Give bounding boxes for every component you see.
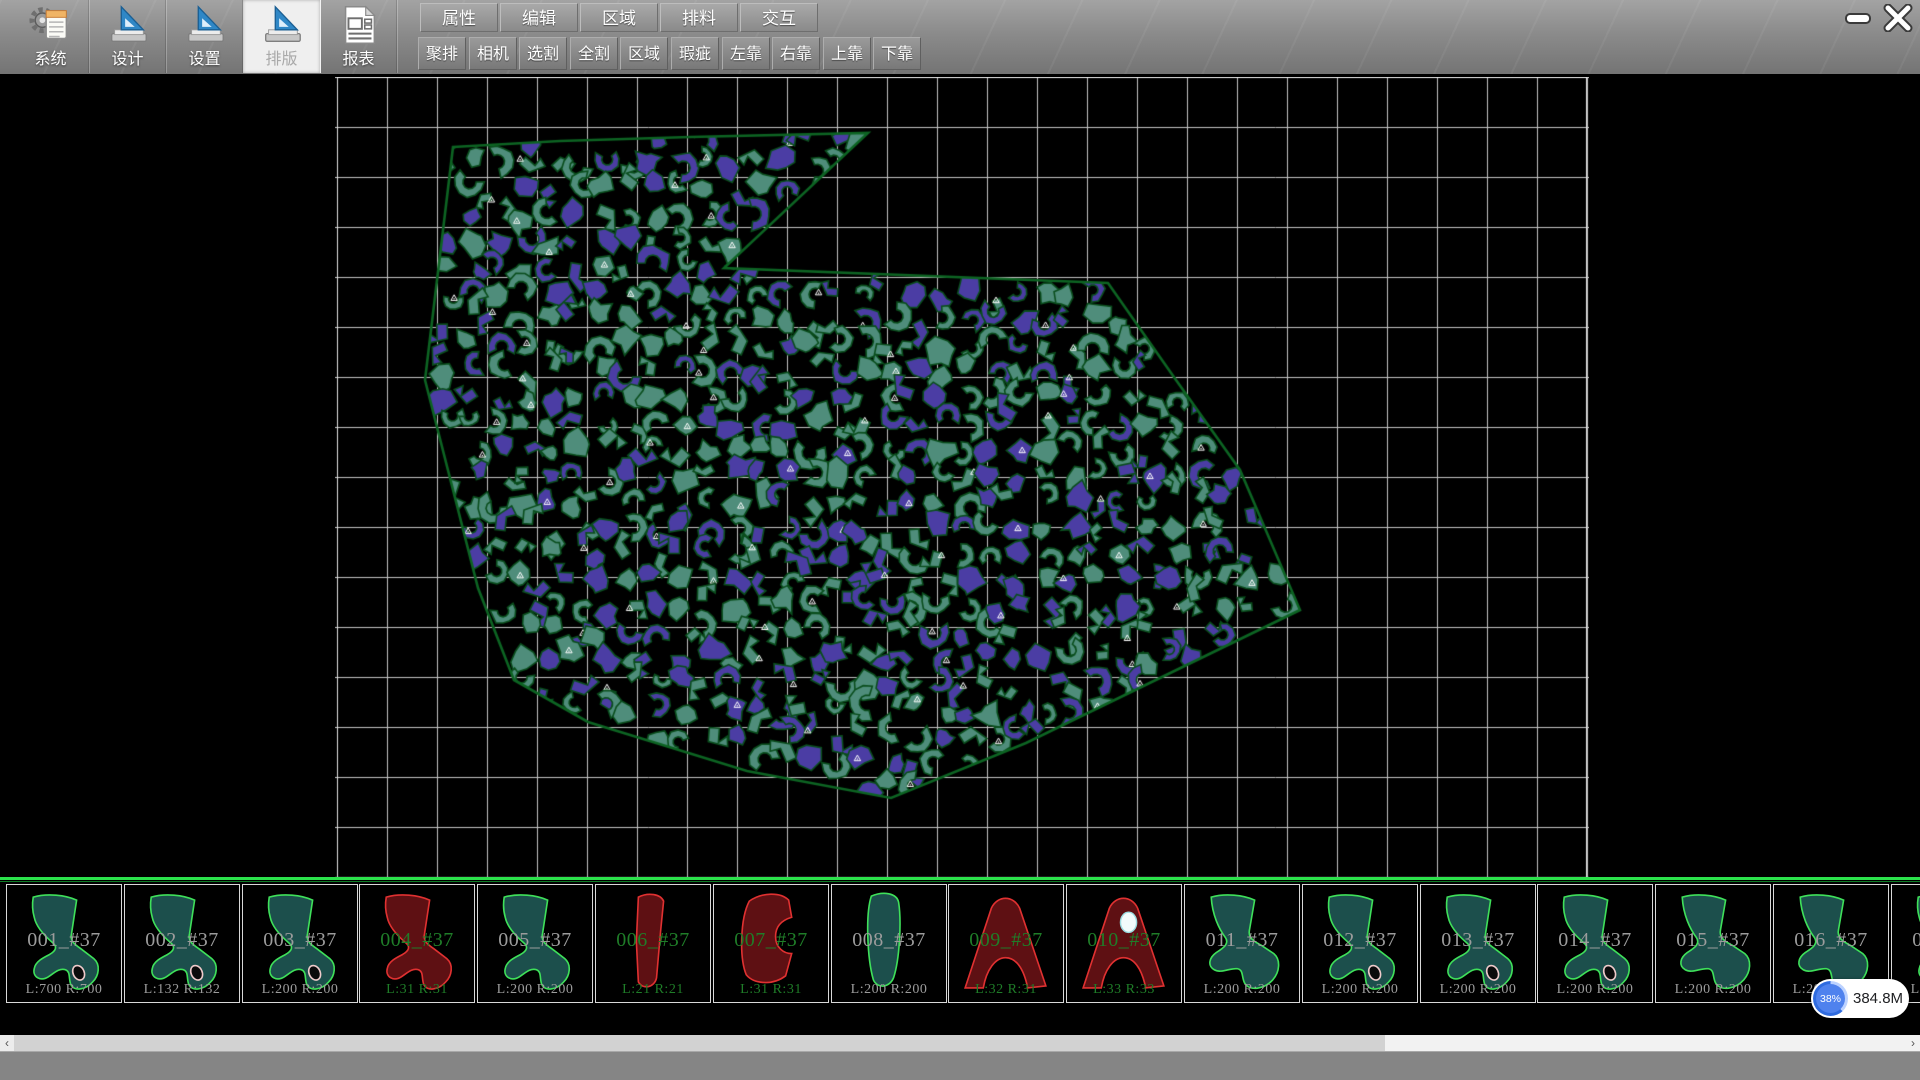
part-thumbnail-014_#37[interactable]: 014_#37 L:200 R:200: [1537, 884, 1653, 1003]
part-lr-count-label: L:200 R:200: [1421, 982, 1535, 998]
part-lr-count-label: L:200 R:200: [478, 982, 592, 998]
toolbar-button-design[interactable]: 设计: [89, 0, 167, 73]
nest-canvas[interactable]: [335, 77, 1589, 878]
part-id-label: 001_#37: [7, 929, 121, 952]
nesting-ruler-icon: [259, 2, 305, 48]
part-thumbnail-004_#37[interactable]: 004_#37 L:31 R:31: [359, 884, 475, 1003]
system-icon: [28, 2, 74, 48]
tool-align-bottom[interactable]: 下靠: [873, 37, 921, 70]
tool-defect[interactable]: 瑕疵: [671, 37, 719, 70]
scroll-left-button[interactable]: ‹: [0, 1035, 14, 1051]
part-lr-count-label: L:21 R:21: [596, 982, 710, 998]
part-lr-count-label: L:31 R:31: [360, 982, 474, 998]
part-id-label: 008_#37: [832, 929, 946, 952]
parts-scrollbar: ‹ ›: [0, 1035, 1920, 1051]
part-lr-count-label: L:132 R:132: [125, 982, 239, 998]
scrollbar-thumb[interactable]: [14, 1035, 1385, 1051]
report-icon: [336, 2, 382, 48]
status-bar: [0, 1051, 1920, 1080]
part-lr-count-label: L:200 R:200: [832, 982, 946, 998]
toolbar-button-system[interactable]: 系统: [12, 0, 90, 73]
part-thumbnail-010_#37[interactable]: 010_#37 L:33 R:33: [1066, 884, 1182, 1003]
part-thumbnail-008_#37[interactable]: 008_#37 L:200 R:200: [831, 884, 947, 1003]
part-id-label: 004_#37: [360, 929, 474, 952]
progress-percent: 38%: [1816, 984, 1845, 1013]
tool-camera[interactable]: 相机: [469, 37, 517, 70]
download-progress-badge[interactable]: 38% 384.8M: [1811, 979, 1909, 1018]
nest-viewport: [0, 74, 1920, 878]
close-icon: [1880, 4, 1916, 32]
tool-cut-all[interactable]: 全割: [570, 37, 618, 70]
scroll-right-button[interactable]: ›: [1906, 1035, 1920, 1051]
part-lr-count-label: L:200 R:200: [1538, 982, 1652, 998]
minimize-button[interactable]: [1840, 4, 1876, 32]
toolbar-button-label: 设计: [111, 51, 143, 69]
part-id-label: 014_#37: [1538, 929, 1652, 952]
tool-align-right[interactable]: 右靠: [772, 37, 820, 70]
tab-interact[interactable]: 交互: [740, 3, 818, 32]
tool-align-left[interactable]: 左靠: [722, 37, 770, 70]
close-button[interactable]: [1880, 4, 1916, 32]
part-thumbnail-005_#37[interactable]: 005_#37 L:200 R:200: [477, 884, 593, 1003]
part-lr-count-label: L:200 R:200: [1303, 982, 1417, 998]
part-id-label: 011_#37: [1185, 929, 1299, 952]
part-id-label: 013_#37: [1421, 929, 1535, 952]
part-lr-count-label: L:32 R:31: [949, 982, 1063, 998]
part-thumbnail-001_#37[interactable]: 001_#37 L:700 R:700: [6, 884, 122, 1003]
tab-region[interactable]: 区域: [580, 3, 658, 32]
part-thumbnail-011_#37[interactable]: 011_#37 L:200 R:200: [1184, 884, 1300, 1003]
part-id-label: 017_#37: [1892, 929, 1920, 952]
minimize-icon: [1840, 4, 1876, 32]
part-thumbnail-002_#37[interactable]: 002_#37 L:132 R:132: [124, 884, 240, 1003]
part-thumbnail-015_#37[interactable]: 015_#37 L:200 R:200: [1655, 884, 1771, 1003]
tool-cluster-nest[interactable]: 聚排: [418, 37, 466, 70]
tool-align-top[interactable]: 上靠: [823, 37, 871, 70]
parts-panel: 001_#37 L:700 R:700 002_#37 L:132 R:132 00…: [0, 883, 1920, 1035]
toolbar-button-report[interactable]: 报表: [320, 0, 398, 73]
part-id-label: 015_#37: [1656, 929, 1770, 952]
part-lr-count-label: L:700 R:700: [7, 982, 121, 998]
part-id-label: 005_#37: [478, 929, 592, 952]
part-lr-count-label: L:200 R:200: [243, 982, 357, 998]
toolbar-button-label: 报表: [342, 51, 374, 69]
part-thumbnail-012_#37[interactable]: 012_#37 L:200 R:200: [1302, 884, 1418, 1003]
tool-select-cut[interactable]: 选割: [519, 37, 567, 70]
tool-region[interactable]: 区域: [620, 37, 668, 70]
part-lr-count-label: L:200 R:200: [1185, 982, 1299, 998]
part-thumbnail-006_#37[interactable]: 006_#37 L:21 R:21: [595, 884, 711, 1003]
application-window: { "window": { "controls": { "minimize": …: [0, 0, 1920, 1080]
part-id-label: 012_#37: [1303, 929, 1417, 952]
part-id-label: 003_#37: [243, 929, 357, 952]
toolbar-button-settings[interactable]: 设置: [166, 0, 244, 73]
part-thumbnail-013_#37[interactable]: 013_#37 L:200 R:200: [1420, 884, 1536, 1003]
part-thumbnail-009_#37[interactable]: 009_#37 L:32 R:31: [948, 884, 1064, 1003]
tab-nest[interactable]: 排料: [660, 3, 738, 32]
part-lr-count-label: L:31 R:31: [714, 982, 828, 998]
parts-strip-accent-line-dark: [0, 881, 1920, 882]
part-thumbnail-007_#37[interactable]: 007_#37 L:31 R:31: [713, 884, 829, 1003]
part-lr-count-label: L:33 R:33: [1067, 982, 1181, 998]
part-id-label: 010_#37: [1067, 929, 1181, 952]
part-id-label: 006_#37: [596, 929, 710, 952]
part-id-label: 016_#37: [1774, 929, 1888, 952]
download-size-label: 384.8M: [1853, 979, 1903, 1018]
settings-ruler-icon: [182, 2, 228, 48]
toolbar-button-label: 系统: [34, 51, 66, 69]
toolbar-button-label: 排版: [265, 51, 297, 69]
part-id-label: 007_#37: [714, 929, 828, 952]
design-ruler-icon: [105, 2, 151, 48]
part-thumbnail-003_#37[interactable]: 003_#37 L:200 R:200: [242, 884, 358, 1003]
tab-edit[interactable]: 编辑: [500, 3, 578, 32]
toolbar-button-label: 设置: [188, 51, 220, 69]
parts-strip-accent-line: [0, 877, 1920, 880]
tab-properties[interactable]: 属性: [420, 3, 498, 32]
toolbar-button-nesting[interactable]: 排版: [243, 0, 321, 73]
part-id-label: 009_#37: [949, 929, 1063, 952]
part-lr-count-label: L:200 R:200: [1656, 982, 1770, 998]
part-id-label: 002_#37: [125, 929, 239, 952]
app-toolbar: 系统 设计 设置 排版 报表 属性编辑区域排料交互 聚排相机选割全割区域瑕疵左靠…: [0, 0, 1920, 75]
progress-ring: 38%: [1813, 981, 1848, 1016]
